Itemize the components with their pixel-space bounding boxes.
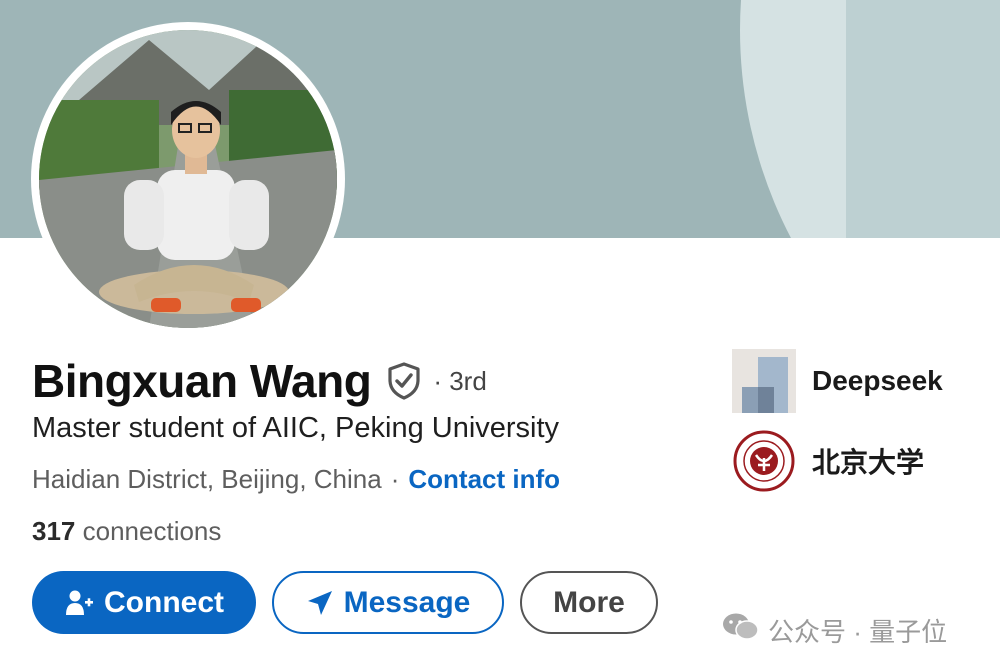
contact-info-link[interactable]: Contact info (408, 464, 560, 495)
message-button-label: Message (343, 585, 471, 619)
deepseek-logo (732, 349, 796, 413)
connect-button-label: Connect (104, 585, 224, 619)
person-add-icon (64, 588, 94, 618)
cover-decoration-band (846, 0, 1000, 238)
avatar-photo (39, 30, 337, 328)
message-button[interactable]: Message (272, 571, 504, 634)
profile-avatar[interactable] (31, 22, 345, 336)
profile-name: Bingxuan Wang (32, 355, 372, 407)
connections-number: 317 (32, 516, 76, 546)
connections-count[interactable]: 317 connections (32, 516, 221, 547)
org-name: Deepseek (812, 365, 943, 396)
profile-location: Haidian District, Beijing, China (32, 464, 382, 494)
watermark-label: 公众号 · 量子位 (768, 617, 948, 647)
location-row: Haidian District, Beijing, China · Conta… (32, 464, 560, 495)
profile-headline: Master student of AIIC, Peking Universit… (32, 412, 560, 444)
connections-label: connections (82, 516, 222, 546)
more-button[interactable]: More (520, 571, 658, 634)
connect-button[interactable]: Connect (32, 571, 256, 634)
location-separator: · (390, 464, 400, 494)
watermark: 公众号 · 量子位 (722, 612, 947, 649)
shield-check-icon[interactable] (385, 361, 423, 401)
org-item-peking-university[interactable]: 北京大学 (732, 429, 924, 493)
peking-university-seal (732, 429, 796, 493)
org-item-deepseek[interactable]: Deepseek (732, 349, 943, 413)
connection-degree: · 3rd (433, 365, 487, 396)
more-button-label: More (553, 585, 625, 619)
paper-plane-icon (306, 589, 334, 617)
org-name: 北京大学 (812, 447, 925, 478)
name-row: Bingxuan Wang · 3rd (32, 353, 487, 409)
wechat-icon (722, 612, 760, 649)
